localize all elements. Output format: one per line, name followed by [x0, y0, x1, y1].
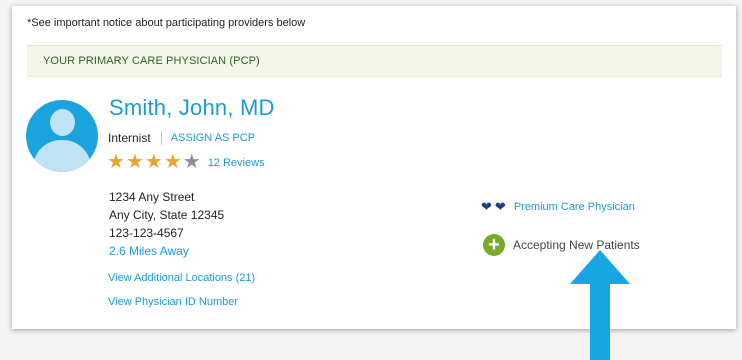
star-icon: ★ [144, 151, 163, 173]
arrow-up-icon [570, 250, 630, 360]
assign-pcp-link[interactable]: ASSIGN AS PCP [171, 132, 255, 144]
pcp-banner: YOUR PRIMARY CARE PHYSICIAN (PCP) [27, 45, 722, 77]
pcp-banner-label: YOUR PRIMARY CARE PHYSICIAN (PCP) [43, 55, 260, 67]
physician-id-link[interactable]: View Physician ID Number [108, 296, 238, 308]
avatar-head-icon [50, 109, 75, 136]
avatar-body-icon [33, 140, 91, 172]
physician-specialty: Internist [108, 131, 151, 145]
specialty-row: Internist ASSIGN AS PCP [108, 131, 255, 145]
star-icon: ★ [182, 151, 201, 173]
address-street: 1234 Any Street [109, 190, 195, 204]
star-rating: ★★★★★ [107, 152, 202, 173]
star-icon: ★ [125, 151, 144, 173]
heart-icon: ❤ [494, 199, 506, 214]
distance-link[interactable]: 2.6 Miles Away [109, 242, 224, 260]
physician-name[interactable]: Smith, John, MD [109, 95, 275, 121]
participating-notice: *See important notice about participatin… [27, 17, 306, 29]
phone-number: 123-123-4567 [109, 226, 184, 240]
premium-care-link[interactable]: Premium Care Physician [514, 201, 635, 213]
rating-row: ★★★★★ 12 Reviews [107, 152, 265, 173]
plus-circle-icon: + [483, 234, 505, 256]
divider [160, 131, 162, 145]
physician-address: 1234 Any Street Any City, State 12345 12… [109, 188, 224, 260]
star-icon: ★ [163, 151, 182, 173]
avatar [26, 100, 98, 172]
heart-icon: ❤ [481, 199, 492, 214]
address-city-state: Any City, State 12345 [109, 208, 225, 222]
additional-locations-link[interactable]: View Additional Locations (21) [108, 272, 255, 284]
star-icon: ★ [107, 151, 125, 173]
premium-care-row: ❤ ❤ Premium Care Physician [481, 200, 635, 213]
reviews-link[interactable]: 12 Reviews [208, 157, 265, 169]
